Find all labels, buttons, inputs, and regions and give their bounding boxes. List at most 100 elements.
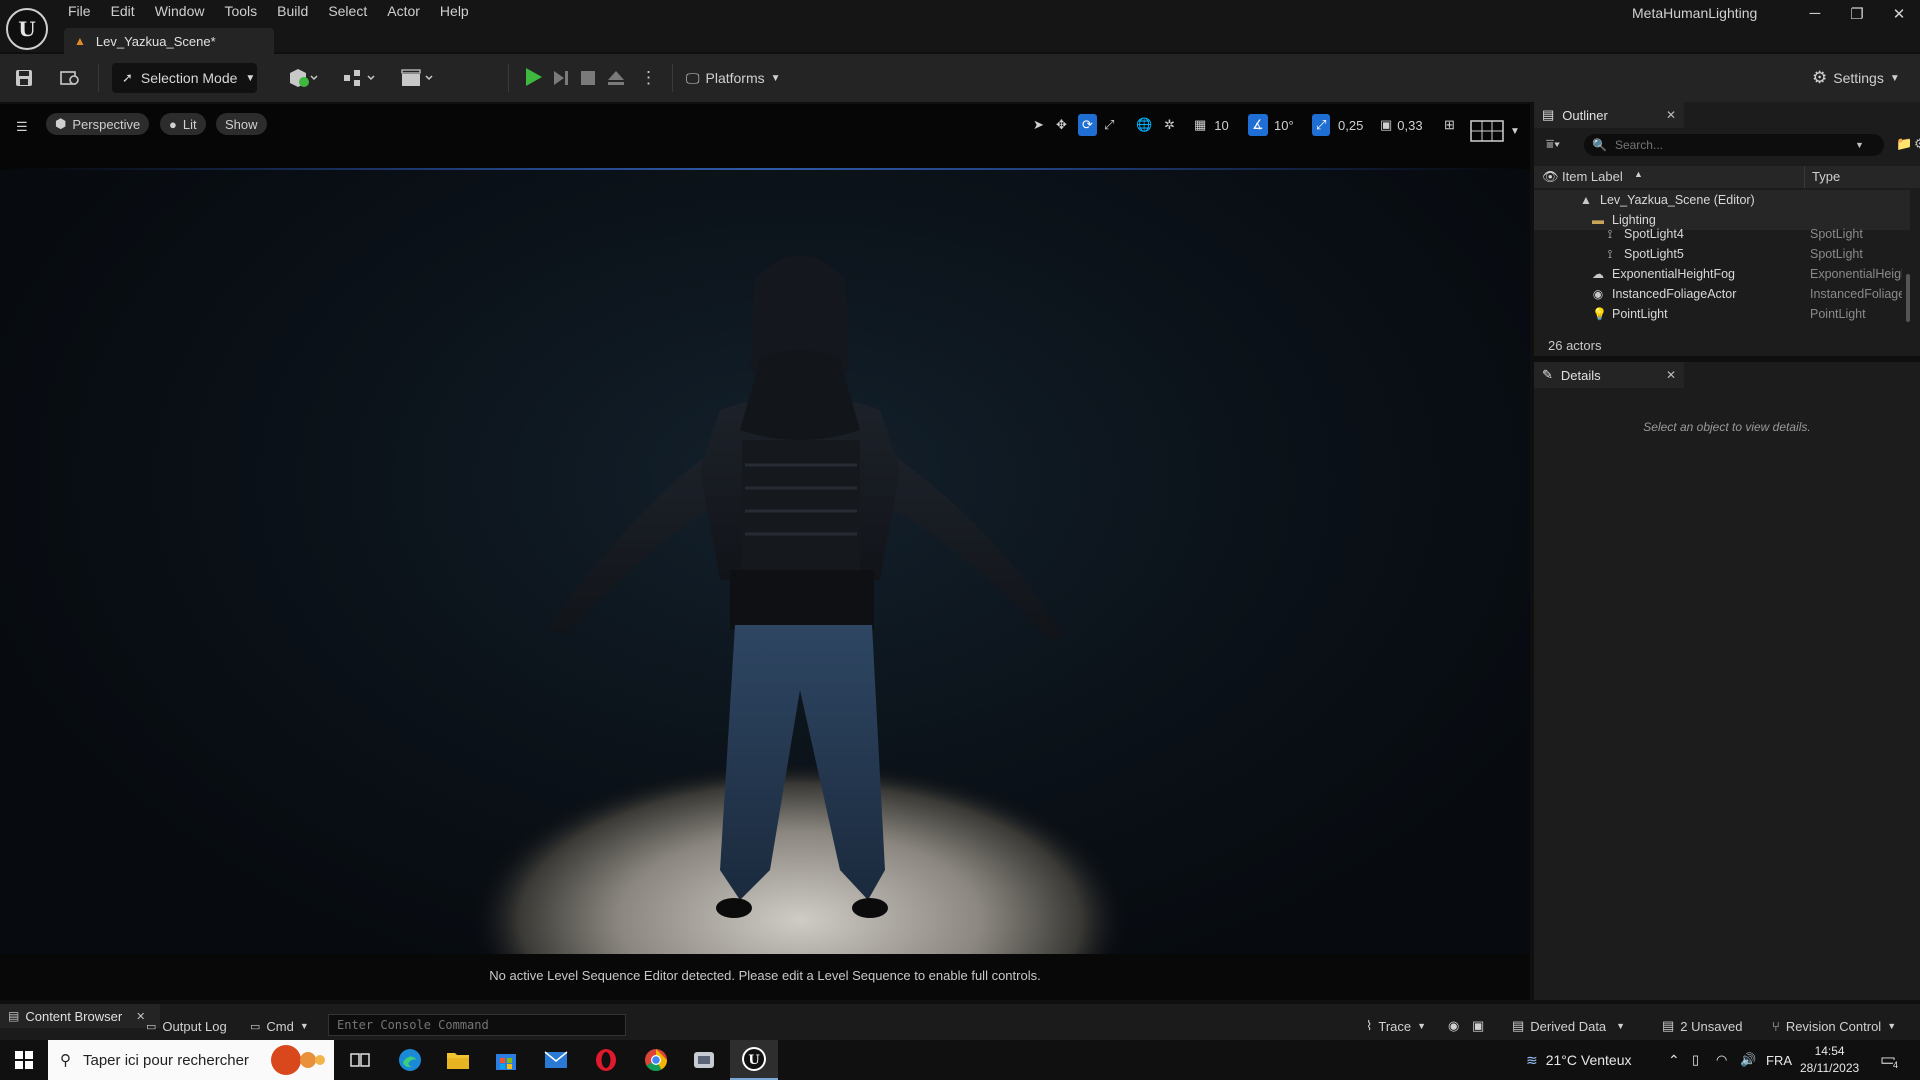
menu-file[interactable]: File (58, 0, 101, 24)
chrome-icon[interactable] (632, 1040, 680, 1080)
level-tab[interactable]: ▲ Lev_Yazkua_Scene* (64, 28, 274, 54)
tree-row-actor[interactable]: ◉ InstancedFoliageActor InstancedFoliage… (1534, 284, 1910, 304)
outliner-scrollbar[interactable] (1906, 274, 1910, 322)
trace-dropdown[interactable]: ⌇ Trace ▼ (1366, 1017, 1426, 1035)
network-icon[interactable]: ◠ (1716, 1040, 1727, 1080)
blueprint-icon[interactable] (342, 66, 376, 90)
menu-build[interactable]: Build (267, 0, 318, 24)
unsaved-button[interactable]: ▤ 2 Unsaved (1662, 1017, 1742, 1035)
grid-snap-toggle[interactable]: ▦ 10 (1194, 114, 1229, 136)
details-tab[interactable]: ✎ Details ✕ (1534, 362, 1684, 388)
tree-row-actor[interactable]: ⟟ SpotLight5 SpotLight (1534, 244, 1910, 264)
rotation-snap-toggle[interactable]: ∡ (1248, 114, 1268, 136)
content-browser-tab[interactable]: ▤ Content Browser ✕ (0, 1004, 160, 1028)
game-launcher-icon[interactable] (680, 1040, 728, 1080)
scale-snap-value[interactable]: 0,25 (1338, 114, 1363, 136)
clock[interactable]: 14:54 28/11/2023 (1800, 1040, 1859, 1080)
viewport-menu-icon[interactable]: ☰ (16, 116, 28, 138)
task-view-icon[interactable] (336, 1040, 384, 1080)
close-icon[interactable]: ✕ (1666, 108, 1676, 122)
unreal-logo-icon[interactable]: U (6, 8, 48, 50)
menu-edit[interactable]: Edit (101, 0, 145, 24)
menu-select[interactable]: Select (318, 0, 377, 24)
browse-level-icon[interactable] (60, 66, 80, 90)
show-hidden-icons-chevron-icon[interactable]: ⌃ (1668, 1040, 1680, 1080)
rotate-tool-icon[interactable]: ⟳ (1078, 114, 1097, 136)
menu-window[interactable]: Window (145, 0, 215, 24)
opera-icon[interactable] (582, 1040, 630, 1080)
windows-start-icon[interactable] (0, 1040, 48, 1080)
perspective-button[interactable]: ⬢ Perspective (46, 113, 150, 135)
taskbar-search[interactable]: ⚲ Taper ici pour rechercher (48, 1040, 334, 1080)
type-column[interactable]: Type (1812, 169, 1840, 184)
restore-button[interactable]: ❐ (1840, 5, 1874, 29)
show-button[interactable]: Show (216, 113, 267, 135)
tree-row-level[interactable]: ▲ Lev_Yazkua_Scene (Editor) (1534, 190, 1910, 210)
search-icon: ⚲ (60, 1052, 71, 1069)
notification-center-icon[interactable]: ▭ 4 (1880, 1040, 1899, 1080)
play-options-icon[interactable]: ⋮ (640, 66, 657, 90)
viewport-layout-icon[interactable] (1470, 120, 1504, 142)
outliner-tab[interactable]: ▤ Outliner ✕ (1534, 102, 1684, 128)
scale-tool-icon[interactable]: ⤢ (1104, 114, 1114, 136)
world-space-icon[interactable]: 🌐 (1136, 114, 1152, 136)
select-tool-icon[interactable]: ➤ (1033, 114, 1044, 136)
weather-widget[interactable]: ≋ 21°C Venteux (1526, 1040, 1632, 1080)
filter-icon[interactable]: ⩸▾ (1546, 136, 1560, 152)
platforms-dropdown[interactable]: 🖵 Platforms ▼ (686, 66, 781, 90)
menu-actor[interactable]: Actor (377, 0, 430, 24)
output-log-button[interactable]: ▭ Output Log (146, 1017, 227, 1035)
rotation-snap-value[interactable]: 10° (1274, 114, 1294, 136)
close-icon[interactable]: ✕ (136, 1010, 145, 1023)
cinematics-icon[interactable] (400, 66, 436, 90)
unreal-editor-taskbar-icon[interactable]: U (730, 1040, 778, 1080)
camera-speed-button[interactable]: ▣ 0,33 (1380, 114, 1423, 136)
close-button[interactable]: ✕ (1882, 5, 1916, 29)
record-icon[interactable]: ◉ (1448, 1017, 1459, 1035)
menu-tools[interactable]: Tools (214, 0, 267, 24)
selection-mode-dropdown[interactable]: ➚ Selection Mode ▼ (112, 63, 257, 93)
mail-icon[interactable] (532, 1040, 580, 1080)
menu-help[interactable]: Help (430, 0, 479, 24)
volume-icon[interactable]: 🔊 (1740, 1040, 1756, 1080)
screenshot-icon[interactable]: ▣ (1472, 1017, 1484, 1035)
eject-icon[interactable] (607, 66, 625, 90)
minimize-button[interactable]: ─ (1798, 5, 1832, 29)
item-label-column[interactable]: Item Label (1562, 169, 1623, 184)
surface-snap-icon[interactable]: ✲ (1164, 114, 1175, 136)
grid-snap-value: 10 (1214, 117, 1229, 133)
edge-icon[interactable] (386, 1040, 434, 1080)
lit-button[interactable]: ● Lit (160, 113, 206, 135)
close-icon[interactable]: ✕ (1666, 368, 1676, 382)
visibility-eye-icon[interactable]: 👁 (1542, 169, 1559, 185)
search-input[interactable] (1614, 138, 1855, 152)
save-icon[interactable] (15, 66, 33, 90)
add-actor-icon[interactable] (288, 66, 318, 90)
store-icon[interactable] (482, 1040, 530, 1080)
file-explorer-icon[interactable] (434, 1040, 482, 1080)
device-icon[interactable]: ▯ (1692, 1040, 1699, 1080)
stop-icon[interactable] (580, 66, 596, 90)
gear-icon[interactable]: ⚙ (1914, 136, 1920, 152)
play-icon[interactable] (522, 66, 544, 88)
cmd-dropdown[interactable]: ▭ Cmd ▼ (250, 1017, 309, 1035)
revision-control-dropdown[interactable]: ⑂ Revision Control ▼ (1772, 1017, 1896, 1035)
tree-row-actor[interactable]: ⟟ SpotLight4 SpotLight (1534, 224, 1910, 244)
advance-frame-icon[interactable] (552, 66, 570, 90)
layout-icon[interactable]: ⊞ (1444, 114, 1455, 136)
console-command-input[interactable] (328, 1014, 626, 1036)
chevron-down-icon[interactable]: ▼ (1510, 120, 1520, 142)
language-indicator[interactable]: FRA (1766, 1040, 1792, 1080)
scale-snap-toggle[interactable]: ⤢ (1312, 114, 1331, 136)
outliner-search[interactable]: 🔍 ▼ (1584, 134, 1884, 156)
translate-tool-icon[interactable]: ✥ (1056, 114, 1067, 136)
derived-data-dropdown[interactable]: ▤ Derived Data ▼ (1512, 1017, 1625, 1035)
tree-type: InstancedFoliageActor (1810, 287, 1902, 301)
chevron-down-icon: ▼ (245, 72, 256, 84)
tree-row-actor[interactable]: ☁ ExponentialHeightFog ExponentialHeight… (1534, 264, 1910, 284)
chevron-down-icon[interactable]: ▼ (1855, 140, 1864, 150)
add-folder-icon[interactable]: 📁 (1896, 136, 1912, 152)
settings-dropdown[interactable]: ⚙ Settings ▼ (1812, 66, 1900, 90)
level-viewport[interactable]: ☰ ⬢ Perspective ● Lit Show ➤ ✥ ⟳ ⤢ 🌐 ✲ ▦… (0, 104, 1530, 1000)
tree-row-actor[interactable]: 💡 PointLight PointLight (1534, 304, 1910, 324)
